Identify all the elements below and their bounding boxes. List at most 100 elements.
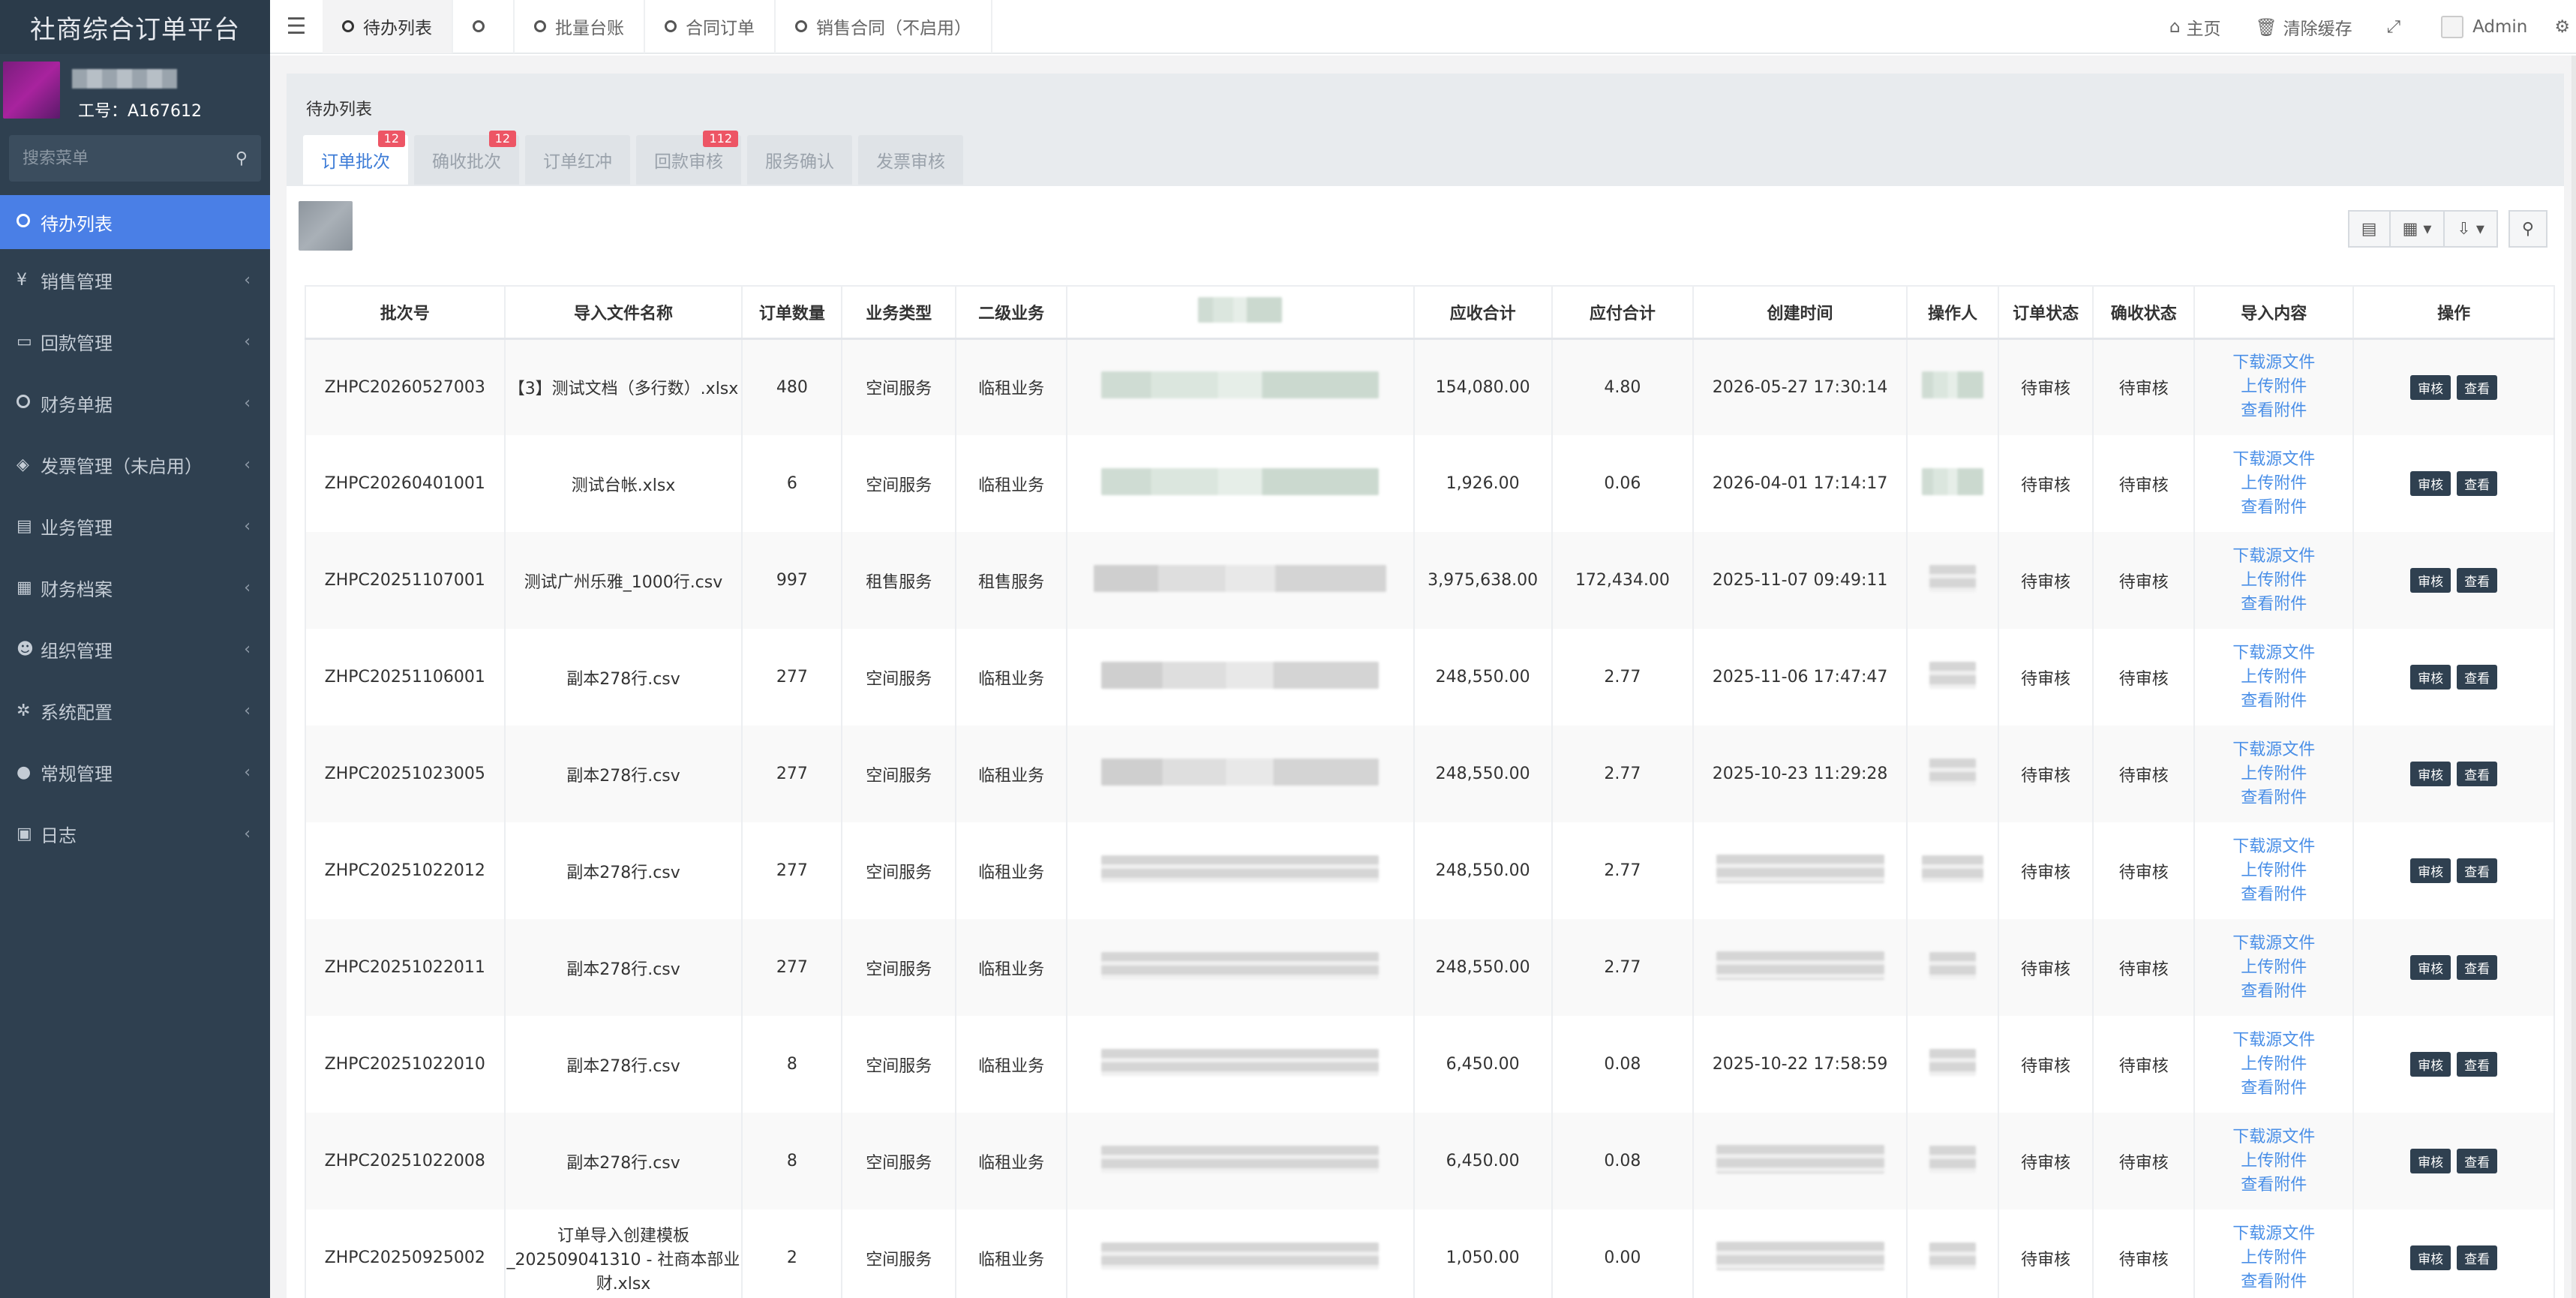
view-button[interactable]: 查看 — [2457, 1245, 2498, 1270]
download-source-link[interactable]: 下载源文件 — [2195, 835, 2352, 859]
download-source-link[interactable]: 下载源文件 — [2195, 641, 2352, 666]
download-source-link[interactable]: 下载源文件 — [2195, 738, 2352, 762]
upload-attachment-link[interactable]: 上传附件 — [2195, 1149, 2352, 1173]
upload-attachment-link[interactable]: 上传附件 — [2195, 1053, 2352, 1077]
table-row[interactable]: ZHPC20251022012 副本278行.csv 277 空间服务 临租业务 248,… — [305, 822, 2555, 919]
sidebar-item-0[interactable]: 待办列表 — [0, 195, 270, 249]
fullscreen-button[interactable]: ⤢ — [2387, 17, 2406, 37]
audit-button[interactable]: 审核 — [2410, 1149, 2451, 1173]
sidebar-item-5[interactable]: ▤ 业务管理 ‹ — [0, 495, 270, 557]
download-source-link[interactable]: 下载源文件 — [2195, 448, 2352, 472]
avatar[interactable] — [3, 62, 60, 119]
subtab-4[interactable]: 服务确认 — [747, 135, 852, 185]
subtab-1[interactable]: 确收批次 12 — [414, 131, 519, 185]
view-button[interactable]: 查看 — [2457, 471, 2498, 496]
audit-button[interactable]: 审核 — [2410, 374, 2451, 400]
page-tab-4[interactable]: 销售合同（不启用） — [776, 0, 992, 53]
table-row[interactable]: ZHPC20251022010 副本278行.csv 8 空间服务 临租业务 6,450.… — [305, 1016, 2555, 1113]
sidebar-item-3[interactable]: 财务单据 ‹ — [0, 372, 270, 434]
column-header-1[interactable]: 导入文件名称 — [503, 285, 743, 340]
table-row[interactable]: ZHPC20260401001 测试台帐.xlsx 6 空间服务 临租业务 1,926.0… — [305, 435, 2555, 532]
view-attachment-link[interactable]: 查看附件 — [2195, 1077, 2352, 1101]
upload-attachment-link[interactable]: 上传附件 — [2195, 859, 2352, 883]
page-tab-1[interactable] — [453, 0, 515, 53]
column-header-5[interactable] — [1066, 285, 1415, 340]
view-attachment-link[interactable]: 查看附件 — [2195, 883, 2352, 907]
menu-toggle-icon[interactable]: ☰ — [270, 14, 323, 40]
sidebar-item-4[interactable]: ◈ 发票管理（未启用） ‹ — [0, 434, 270, 495]
page-tab-2[interactable]: 批量台账 — [515, 0, 645, 53]
settings-button[interactable]: ⚙ — [2554, 17, 2576, 37]
upload-attachment-link[interactable]: 上传附件 — [2195, 762, 2352, 786]
view-button[interactable]: 查看 — [2457, 374, 2498, 400]
columns-button[interactable]: ▦ ▾ — [2390, 210, 2445, 248]
view-attachment-link[interactable]: 查看附件 — [2195, 1270, 2352, 1294]
column-header-10[interactable]: 订单状态 — [1997, 285, 2094, 340]
download-source-link[interactable]: 下载源文件 — [2195, 1125, 2352, 1149]
search-toggle-button[interactable]: ⚲ — [2508, 210, 2547, 248]
page-tab-0[interactable]: 待办列表 — [323, 0, 453, 53]
column-header-4[interactable]: 二级业务 — [955, 285, 1067, 340]
subtab-2[interactable]: 订单红冲 — [525, 135, 630, 185]
clear-cache-link[interactable]: 🗑 清除缓存 — [2255, 14, 2352, 40]
table-row[interactable]: ZHPC20251107001 测试广州乐雅_1000行.csv 997 租售服务 租售… — [305, 532, 2555, 629]
subtab-0[interactable]: 订单批次 12 — [303, 131, 408, 185]
column-header-2[interactable]: 订单数量 — [741, 285, 843, 340]
view-button[interactable]: 查看 — [2457, 955, 2498, 980]
audit-button[interactable]: 审核 — [2410, 1052, 2451, 1077]
table-row[interactable]: ZHPC20250925002 订单导入创建模板_202509041310 - 社… — [305, 1209, 2555, 1298]
upload-attachment-link[interactable]: 上传附件 — [2195, 375, 2352, 399]
view-attachment-link[interactable]: 查看附件 — [2195, 496, 2352, 520]
column-header-9[interactable]: 操作人 — [1905, 285, 1999, 340]
sidebar-item-7[interactable]: ☻ 组织管理 ‹ — [0, 618, 270, 680]
column-header-8[interactable]: 创建时间 — [1692, 285, 1908, 340]
view-attachment-link[interactable]: 查看附件 — [2195, 1173, 2352, 1197]
table-row[interactable]: ZHPC20251022011 副本278行.csv 277 空间服务 临租业务 248,… — [305, 919, 2555, 1016]
view-button[interactable]: 查看 — [2457, 665, 2498, 690]
view-button[interactable]: 查看 — [2457, 1149, 2498, 1173]
audit-button[interactable]: 审核 — [2410, 1245, 2451, 1270]
view-attachment-link[interactable]: 查看附件 — [2195, 786, 2352, 810]
upload-attachment-link[interactable]: 上传附件 — [2195, 569, 2352, 593]
download-source-link[interactable]: 下载源文件 — [2195, 1029, 2352, 1053]
column-header-6[interactable]: 应收合计 — [1413, 285, 1553, 340]
download-source-link[interactable]: 下载源文件 — [2195, 545, 2352, 569]
audit-button[interactable]: 审核 — [2410, 955, 2451, 980]
table-row[interactable]: ZHPC20251023005 副本278行.csv 277 空间服务 临租业务 248,… — [305, 726, 2555, 822]
table-row[interactable]: ZHPC20251022008 副本278行.csv 8 空间服务 临租业务 6,450.… — [305, 1113, 2555, 1209]
sidebar-item-6[interactable]: ▦ 财务档案 ‹ — [0, 557, 270, 618]
view-button[interactable]: 查看 — [2457, 568, 2498, 593]
view-attachment-link[interactable]: 查看附件 — [2195, 399, 2352, 423]
upload-attachment-link[interactable]: 上传附件 — [2195, 1246, 2352, 1270]
view-attachment-link[interactable]: 查看附件 — [2195, 690, 2352, 714]
column-header-0[interactable]: 批次号 — [305, 285, 506, 340]
audit-button[interactable]: 审核 — [2410, 858, 2451, 883]
page-tab-3[interactable]: 合同订单 — [645, 0, 776, 53]
view-button[interactable]: 查看 — [2457, 1052, 2498, 1077]
page-scrollbar[interactable] — [2571, 56, 2576, 1298]
export-button[interactable]: ⇩ ▾ — [2445, 210, 2498, 248]
upload-attachment-link[interactable]: 上传附件 — [2195, 956, 2352, 980]
view-button[interactable]: 查看 — [2457, 858, 2498, 883]
view-attachment-link[interactable]: 查看附件 — [2195, 980, 2352, 1004]
audit-button[interactable]: 审核 — [2410, 568, 2451, 593]
toggle-view-button[interactable]: ▤ — [2347, 210, 2391, 248]
menu-search-input[interactable] — [23, 149, 218, 168]
subtab-5[interactable]: 发票审核 — [858, 135, 963, 185]
sidebar-item-8[interactable]: ✲ 系统配置 ‹ — [0, 680, 270, 741]
view-button[interactable]: 查看 — [2457, 762, 2498, 786]
column-header-3[interactable]: 业务类型 — [841, 285, 957, 340]
table-row[interactable]: ZHPC20260527003 【3】测试文档（多行数）.xlsx 480 空间服务临… — [305, 338, 2555, 435]
column-header-12[interactable]: 导入内容 — [2193, 285, 2355, 340]
sidebar-item-9[interactable]: ● 常规管理 ‹ — [0, 741, 270, 803]
column-header-11[interactable]: 确收状态 — [2092, 285, 2196, 340]
column-header-13[interactable]: 操作 — [2352, 285, 2555, 340]
subtab-3[interactable]: 回款审核 112 — [636, 131, 741, 185]
upload-attachment-link[interactable]: 上传附件 — [2195, 666, 2352, 690]
download-source-link[interactable]: 下载源文件 — [2195, 1222, 2352, 1246]
download-source-link[interactable]: 下载源文件 — [2195, 351, 2352, 375]
audit-button[interactable]: 审核 — [2410, 471, 2451, 496]
upload-attachment-link[interactable]: 上传附件 — [2195, 472, 2352, 496]
sidebar-item-1[interactable]: ¥ 销售管理 ‹ — [0, 249, 270, 311]
sidebar-item-2[interactable]: ▭ 回款管理 ‹ — [0, 311, 270, 372]
